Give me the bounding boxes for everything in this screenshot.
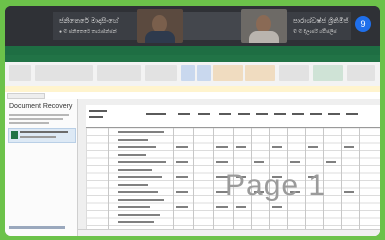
editing-group[interactable] bbox=[313, 65, 343, 81]
participant-subtitle: ✆ ✆ දිලාර්ජ් ශ්ඵ‍ිජල‍ිජ bbox=[293, 29, 337, 35]
participant-video-1[interactable] bbox=[137, 9, 183, 43]
excel-title-bar bbox=[5, 46, 380, 55]
table-header-row bbox=[86, 105, 380, 128]
font-group[interactable] bbox=[35, 65, 93, 81]
sort-filter-group[interactable] bbox=[347, 65, 375, 81]
page-watermark: Page 1 bbox=[225, 169, 327, 202]
ribbon bbox=[5, 62, 380, 87]
number-group[interactable] bbox=[145, 65, 177, 81]
clipboard-group[interactable] bbox=[9, 65, 31, 81]
cell-styles-gallery[interactable] bbox=[245, 65, 275, 81]
recovery-text bbox=[9, 114, 69, 116]
file-name bbox=[20, 131, 68, 133]
participant-video-2[interactable] bbox=[241, 9, 287, 43]
participant-subtitle: ● ✆ ජනිතෙරේ තාරාජ්න්ජන් bbox=[59, 29, 117, 35]
participant-tile-2[interactable] bbox=[183, 12, 241, 40]
person-body bbox=[249, 31, 279, 43]
participant-name: පාරාශ්වෂ්ජ ශ්‍රිතිමිජ් bbox=[293, 18, 349, 25]
spreadsheet-grid[interactable] bbox=[78, 99, 380, 236]
conditional-format-icon[interactable] bbox=[181, 65, 195, 81]
cells-group[interactable] bbox=[279, 65, 309, 81]
person-body bbox=[145, 31, 175, 43]
participant-tile-3[interactable]: පාරාශ්වෂ්ජ ශ්‍රිතිමිජ් ✆ ✆ දිලාර්ජ් ශ්ඵ‍… bbox=[287, 12, 351, 40]
recovery-help-link[interactable] bbox=[9, 226, 65, 229]
cell-styles-group[interactable] bbox=[213, 65, 243, 81]
alignment-group[interactable] bbox=[97, 65, 141, 81]
meeting-participant-strip: ජනිතෙරේ මාදාසිංහේ ● ✆ ජනිතෙරේ තාරාජ්න්ජන… bbox=[5, 6, 380, 46]
participant-tile-1[interactable]: ජනිතෙරේ මාදාසිංහේ ● ✆ ජනිතෙරේ තාරාජ්න්ජන… bbox=[53, 12, 137, 40]
file-date bbox=[20, 136, 56, 138]
excel-window: Document Recovery bbox=[5, 46, 380, 236]
excel-file-icon bbox=[11, 131, 18, 139]
recovered-file-item[interactable] bbox=[8, 128, 76, 143]
recovery-text bbox=[9, 118, 63, 120]
sheet-tabs-bar[interactable] bbox=[78, 229, 380, 236]
recovery-text bbox=[9, 122, 49, 124]
ribbon-tabs[interactable] bbox=[5, 55, 380, 62]
format-table-icon[interactable] bbox=[197, 65, 211, 81]
recovery-title: Document Recovery bbox=[9, 103, 73, 110]
participant-name: ජනිතෙරේ මාදාසිංහේ bbox=[59, 18, 119, 25]
more-participants-badge[interactable]: 9 bbox=[355, 16, 371, 32]
document-recovery-pane: Document Recovery bbox=[5, 99, 78, 236]
screen-frame: ජනිතෙරේ මාදාසිංහේ ● ✆ ජනිතෙරේ තාරාජ්න්ජන… bbox=[0, 0, 385, 240]
